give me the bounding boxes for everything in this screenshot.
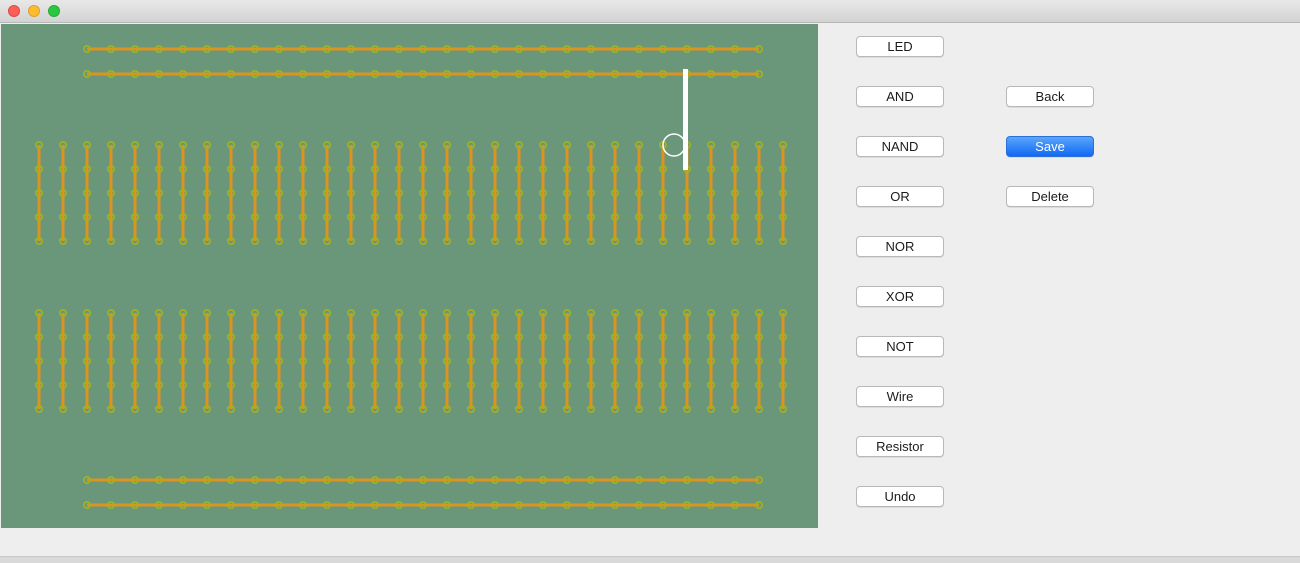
wire-button[interactable]: Wire [856, 386, 944, 407]
app-window: LED AND NAND OR NOR XOR NOT Wire Resisto… [0, 0, 1300, 563]
breadboard-graphic[interactable] [1, 24, 818, 528]
led-button[interactable]: LED [856, 36, 944, 57]
undo-button[interactable]: Undo [856, 486, 944, 507]
nand-gate-button[interactable]: NAND [856, 136, 944, 157]
title-bar [0, 0, 1300, 23]
placed-wire[interactable] [683, 69, 688, 170]
and-gate-button[interactable]: AND [856, 86, 944, 107]
minimize-icon[interactable] [28, 5, 40, 17]
xor-gate-button[interactable]: XOR [856, 286, 944, 307]
delete-button[interactable]: Delete [1006, 186, 1094, 207]
or-gate-button[interactable]: OR [856, 186, 944, 207]
breadboard-canvas[interactable] [1, 24, 818, 528]
resistor-button[interactable]: Resistor [856, 436, 944, 457]
back-button[interactable]: Back [1006, 86, 1094, 107]
save-button[interactable]: Save [1006, 136, 1094, 157]
close-icon[interactable] [8, 5, 20, 17]
nor-gate-button[interactable]: NOR [856, 236, 944, 257]
not-gate-button[interactable]: NOT [856, 336, 944, 357]
maximize-icon[interactable] [48, 5, 60, 17]
